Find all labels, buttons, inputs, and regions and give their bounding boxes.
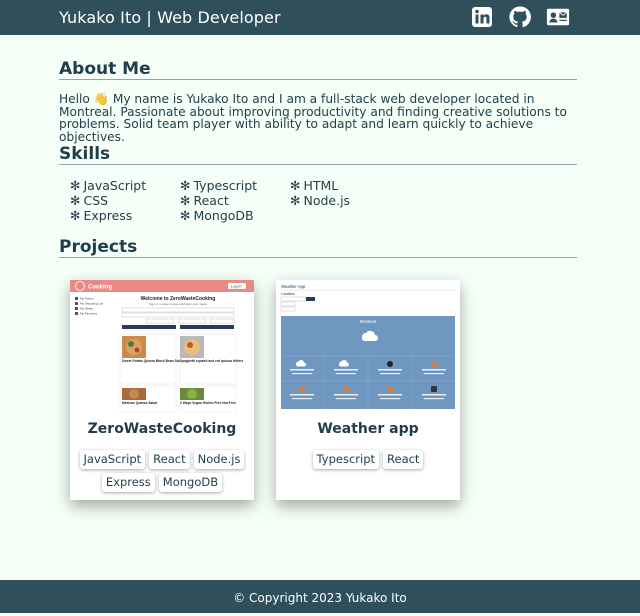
- preview-recipe: Spaghetti squash and red quinoa fritters: [180, 359, 244, 363]
- asterisk-icon: ✻: [180, 178, 191, 193]
- project-card-weather-app[interactable]: Weather App Locations Montreal Weather a…: [276, 280, 460, 500]
- copyright-text: © Copyright 2023 Yukako Ito: [233, 591, 407, 605]
- skill-item: ✻ JavaScript: [70, 178, 147, 193]
- tech-tag: Node.js: [193, 450, 245, 469]
- preview-app-name: Cooking: [88, 285, 112, 291]
- asterisk-icon: ✻: [180, 208, 191, 223]
- tech-tag: MongoDB: [158, 473, 223, 492]
- cooking-app-preview: Cooking Log in My Pantry My Shopping Lis…: [70, 280, 254, 412]
- skill-item: ✻ Express: [70, 208, 133, 223]
- preview-recipe: 3 Ways Vegan Gluten-Free Nut-Free: [180, 401, 236, 405]
- github-icon[interactable]: [508, 5, 532, 29]
- project-title[interactable]: ZeroWasteCooking: [70, 421, 254, 437]
- asterisk-icon: ✻: [70, 193, 81, 208]
- skill-item: ✻ MongoDB: [180, 208, 254, 223]
- preview-subtitle: Sign in to save recipes and plan your me…: [149, 302, 208, 306]
- linkedin-icon[interactable]: [470, 5, 494, 29]
- project-tags: Typescript React: [282, 450, 454, 469]
- project-screenshot-zerowastecooking[interactable]: Cooking Log in My Pantry My Shopping Lis…: [70, 280, 254, 412]
- project-title[interactable]: Weather app: [276, 421, 460, 437]
- top-navbar: Yukako Ito | Web Developer: [0, 0, 640, 35]
- preview-login: Log in: [231, 285, 241, 289]
- skills-heading: Skills: [59, 144, 577, 165]
- projects-heading: Projects: [59, 237, 577, 258]
- tech-tag: React: [383, 450, 424, 469]
- tech-tag: Express: [101, 473, 155, 492]
- preview-sidebar-item: My Pantry: [80, 297, 94, 301]
- weather-app-preview: Weather App Locations Montreal: [276, 280, 460, 412]
- preview-locations: Locations: [281, 292, 295, 296]
- skill-item: ✻ Typescript: [180, 178, 258, 193]
- asterisk-icon: ✻: [70, 178, 81, 193]
- preview-sidebar-item: My Favorites: [80, 312, 98, 316]
- skill-item: ✻ HTML: [290, 178, 339, 193]
- skill-item: ✻ React: [180, 193, 229, 208]
- contact-card-icon[interactable]: [546, 5, 570, 29]
- project-card-zerowastecooking[interactable]: Cooking Log in My Pantry My Shopping Lis…: [70, 280, 254, 500]
- tech-tag: Typescript: [312, 450, 380, 469]
- preview-app-name: Weather App: [281, 284, 306, 289]
- preview-sidebar-item: My Meals: [80, 307, 93, 311]
- asterisk-icon: ✻: [290, 193, 301, 208]
- skill-item: ✻ CSS: [70, 193, 109, 208]
- about-heading: About Me: [59, 59, 577, 80]
- preview-sidebar-item: My Shopping List: [80, 302, 103, 306]
- preview-recipe: Mexican Quinoa Salad: [122, 401, 157, 405]
- asterisk-icon: ✻: [290, 178, 301, 193]
- asterisk-icon: ✻: [180, 193, 191, 208]
- social-links: [470, 5, 570, 29]
- skills-list: ✻ JavaScript ✻ Typescript ✻ HTML ✻ CSS ✻ Reac…: [70, 179, 400, 223]
- preview-recipe: Sweet Potato Quinoa Black Bean Salad: [122, 359, 183, 363]
- preview-city: Montreal: [360, 319, 376, 324]
- skill-item: ✻ Node.js: [290, 193, 351, 208]
- project-tags: JavaScript React Node.js Express MongoDB: [76, 450, 248, 492]
- footer: © Copyright 2023 Yukako Ito: [0, 580, 640, 613]
- asterisk-icon: ✻: [70, 208, 81, 223]
- tech-tag: JavaScript: [79, 450, 146, 469]
- site-brand[interactable]: Yukako Ito | Web Developer: [59, 8, 281, 27]
- project-screenshot-weather-app[interactable]: Weather App Locations Montreal: [276, 280, 460, 412]
- about-text: Hello 👋 My name is Yukako Ito and I am a…: [59, 92, 567, 144]
- tech-tag: React: [149, 450, 190, 469]
